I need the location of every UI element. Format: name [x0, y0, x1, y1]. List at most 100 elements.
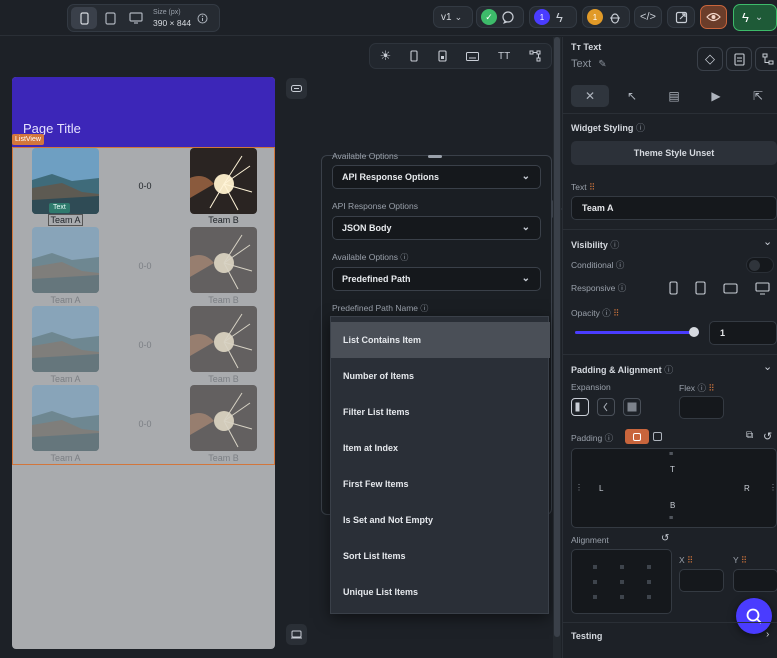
align-dot[interactable] [646, 595, 651, 600]
padding-bottom-handle-icon[interactable]: ≡ [669, 515, 673, 522]
align-dot[interactable] [593, 595, 598, 600]
text-value-input[interactable]: Team A [571, 196, 777, 220]
phone-device-icon[interactable] [71, 7, 97, 29]
theme-style-button[interactable]: Theme Style Unset [571, 141, 777, 165]
expansion-options [571, 398, 641, 416]
slider-knob[interactable] [689, 327, 699, 337]
code-button[interactable]: </> [634, 6, 662, 28]
drag-handle[interactable] [428, 155, 442, 158]
tree-icon [762, 53, 774, 65]
menu-item-filter-list-items[interactable]: Filter List Items [331, 394, 550, 430]
tablet-landscape-icon[interactable] [723, 281, 738, 295]
chevron-right-icon[interactable]: › [766, 629, 769, 640]
actions-button[interactable]: 1 ϟ [529, 6, 577, 28]
expansion-flexible-icon[interactable] [597, 398, 615, 416]
cut-label: Available Options [332, 151, 398, 160]
padding-mode-custom-icon[interactable] [653, 432, 662, 441]
desktop-device-icon[interactable] [123, 12, 149, 24]
predefined-path-dropdown[interactable]: Predefined Path ⌄ [332, 267, 541, 291]
menu-item-first-few-items[interactable]: First Few Items [331, 466, 550, 502]
keyboard-icon[interactable] [465, 51, 479, 61]
canvas-scrollbar[interactable] [553, 37, 561, 658]
chat-icon [502, 10, 516, 24]
menu-item-sort-list-items[interactable]: Sort List Items [331, 538, 550, 574]
debug-button[interactable]: 1 [582, 6, 630, 28]
conditional-label: Conditional ⓘ [571, 260, 625, 270]
padding-top-handle-icon[interactable]: ≡ [669, 451, 673, 458]
opacity-slider[interactable] [575, 327, 699, 337]
tab-state[interactable]: ⇱ [739, 85, 777, 107]
tab-animations[interactable]: ▶ [697, 85, 735, 107]
team-b-label: Team B [208, 374, 239, 384]
alignment-grid[interactable] [571, 549, 672, 614]
chevron-down-icon[interactable]: ⌄ [763, 235, 772, 248]
diamond-button[interactable]: ◇ [697, 47, 723, 71]
scrollbar-thumb[interactable] [554, 37, 560, 637]
menu-item-number-of-items[interactable]: Number of Items [331, 358, 550, 394]
flex-input[interactable] [679, 396, 724, 419]
align-dot[interactable] [593, 564, 598, 569]
widget-name[interactable]: Text ✎ [571, 58, 607, 70]
team-b-label[interactable]: Team B [190, 215, 257, 225]
phone-preview-icon[interactable] [410, 50, 418, 62]
listview[interactable]: Text Team A 0-0 Team B Team A 0-0 Team B [12, 147, 275, 465]
x-input[interactable] [679, 569, 724, 592]
menu-item-list-contains-item[interactable]: List Contains Item [331, 322, 550, 358]
align-dot[interactable] [593, 579, 598, 584]
text-scale-icon[interactable]: TT [498, 51, 510, 62]
sun-icon[interactable]: ☀ [380, 48, 392, 64]
sparkler-image[interactable] [190, 148, 257, 214]
reset-icon[interactable]: ↺ [763, 430, 772, 443]
conditional-toggle[interactable] [746, 257, 774, 273]
tab-actions[interactable]: ↖ [613, 85, 651, 107]
version-select[interactable]: v1 ⌄ [433, 6, 473, 28]
align-dot[interactable] [619, 595, 624, 600]
widget-tree-icon[interactable] [529, 50, 541, 62]
tab-backend[interactable]: ▤ [655, 85, 693, 107]
device-frame-icon[interactable] [438, 50, 447, 62]
testing-heading[interactable]: Testing [571, 631, 602, 641]
collaboration-button[interactable]: ✓ [476, 6, 524, 28]
y-input[interactable] [733, 569, 777, 592]
padding-editor[interactable]: ≡ T ⋮ L R ⋮ B ≡ [571, 448, 777, 528]
tablet-responsive-icon[interactable] [695, 281, 706, 295]
list-item[interactable]: Text Team A 0-0 Team B [13, 148, 274, 228]
run-button[interactable]: ϟ ⌄ [733, 4, 777, 31]
padding-mode-uniform[interactable] [625, 429, 649, 444]
api-response-options-dropdown[interactable]: API Response Options ⌄ [332, 165, 541, 189]
align-dot[interactable] [619, 564, 624, 569]
tab-properties[interactable]: ✕ [571, 85, 609, 107]
responsive-devices [669, 281, 770, 295]
opacity-input[interactable]: 1 [709, 321, 777, 345]
align-dot[interactable] [646, 564, 651, 569]
keyboard-toggle-button[interactable] [286, 624, 307, 645]
align-dot[interactable] [619, 579, 624, 584]
phone-responsive-icon[interactable] [669, 281, 678, 295]
chevron-down-icon[interactable]: ⌄ [763, 360, 772, 373]
team-a-label[interactable]: Team A [32, 214, 99, 226]
menu-item-unique-list-items[interactable]: Unique List Items [331, 574, 550, 610]
predefined-path-name-label: Predefined Path Name ⓘ [332, 303, 429, 313]
copy-widget-button[interactable] [726, 47, 752, 71]
alignment-label: Alignment [571, 535, 609, 545]
info-icon[interactable] [197, 13, 208, 24]
device-size-bar: Size (px) 390 × 844 [67, 4, 220, 32]
open-external-button[interactable] [667, 6, 695, 28]
padding-left-handle-icon[interactable]: ⋮ [575, 483, 583, 492]
json-body-dropdown[interactable]: JSON Body ⌄ [332, 216, 541, 240]
desktop-responsive-icon[interactable] [755, 281, 770, 295]
collapse-toggle-button[interactable] [286, 78, 307, 99]
list-item: Team A 0-0 Team B [13, 385, 274, 465]
menu-item-is-set-and-not-empty[interactable]: Is Set and Not Empty [331, 502, 550, 538]
tablet-device-icon[interactable] [97, 11, 123, 25]
menu-item-item-at-index[interactable]: Item at Index [331, 430, 550, 466]
preview-button[interactable] [700, 5, 727, 29]
copy-icon[interactable]: ⧉ [746, 430, 753, 441]
expansion-fit-icon[interactable] [571, 398, 589, 416]
expansion-expanded-icon[interactable] [623, 398, 641, 416]
reset-icon[interactable]: ↺ [661, 533, 669, 544]
tree-button[interactable] [755, 47, 777, 71]
padding-right-handle-icon[interactable]: ⋮ [769, 483, 777, 492]
align-dot[interactable] [646, 579, 651, 584]
play-icon: ▶ [711, 89, 721, 103]
